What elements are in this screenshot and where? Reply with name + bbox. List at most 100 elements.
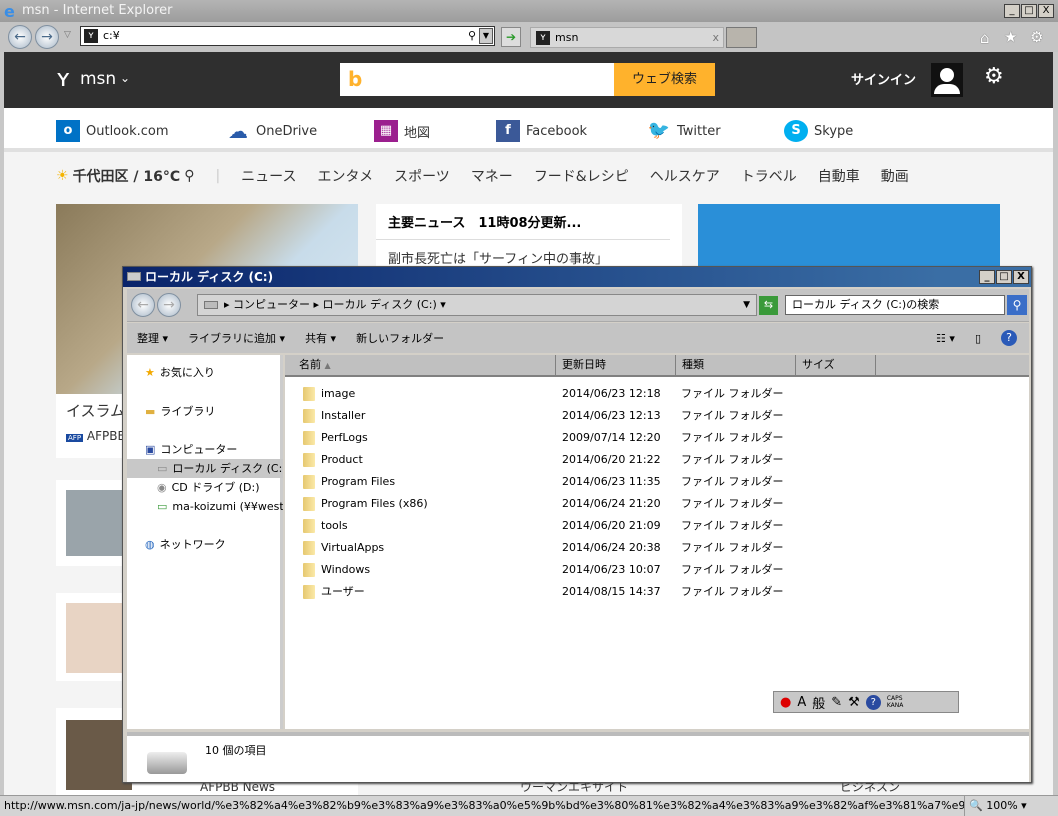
breadcrumb-item[interactable]: ローカル ディスク (C:) <box>323 298 437 311</box>
search-icon[interactable]: ⚲ <box>1007 295 1027 315</box>
tools-gear-icon[interactable]: ⚙ <box>1030 28 1043 46</box>
ime-tools-icon[interactable]: ⚒ <box>848 695 860 710</box>
avatar-icon[interactable] <box>931 63 963 97</box>
home-icon[interactable]: ⌂ <box>980 29 990 47</box>
facebook-icon: f <box>496 120 520 142</box>
link-twitter[interactable]: 🐦 Twitter <box>647 120 721 142</box>
file-row[interactable]: tools 2014/06/20 21:09 ファイル フォルダー <box>285 515 1029 537</box>
signin-link[interactable]: サインイン <box>851 69 916 88</box>
nav-favorites[interactable]: ★ お気に入り <box>127 363 283 382</box>
category-link[interactable]: ニュース <box>241 166 296 186</box>
address-bar[interactable]: ʏ c:¥ ⚲ ▼ <box>80 26 495 46</box>
category-link[interactable]: エンタメ <box>317 166 373 186</box>
file-row[interactable]: Product 2014/06/20 21:22 ファイル フォルダー <box>285 449 1029 471</box>
new-folder-button[interactable]: 新しいフォルダー <box>356 330 444 346</box>
video-card[interactable] <box>698 204 1000 274</box>
new-tab-button[interactable] <box>726 27 757 48</box>
category-link[interactable]: 自動車 <box>818 166 860 186</box>
minimize-button[interactable]: _ <box>1004 4 1020 18</box>
link-outlook[interactable]: o Outlook.com <box>56 120 169 142</box>
column-header-type[interactable]: 種類 <box>676 355 796 377</box>
preview-pane-icon[interactable]: ▯ <box>975 332 981 345</box>
file-row[interactable]: PerfLogs 2009/07/14 12:20 ファイル フォルダー <box>285 427 1029 449</box>
nav-network-drive[interactable]: ▭ ma-koizumi (¥¥west-te <box>127 497 283 516</box>
share-menu[interactable]: 共有 ▾ <box>305 330 336 346</box>
address-dropdown[interactable]: ▼ <box>479 28 493 44</box>
zoom-control[interactable]: 🔍 100% ▾ <box>964 796 1040 816</box>
category-link[interactable]: トラベル <box>741 166 797 186</box>
back-button[interactable]: ← <box>131 293 155 317</box>
help-icon[interactable]: ? <box>1001 330 1017 346</box>
help-icon[interactable]: ? <box>865 694 881 710</box>
forward-button[interactable]: → <box>157 293 181 317</box>
history-dropdown[interactable]: ▽ <box>64 30 71 40</box>
link-label: Outlook.com <box>86 123 169 139</box>
column-header-size[interactable]: サイズ <box>796 355 876 377</box>
file-row[interactable]: VirtualApps 2014/06/24 20:38 ファイル フォルダー <box>285 537 1029 559</box>
category-link[interactable]: フード&レシピ <box>534 166 629 186</box>
maps-icon: ▦ <box>374 120 398 142</box>
explorer-window: ローカル ディスク (C:) _ □ X ← → ▸ コンピューター ▸ ローカ… <box>122 266 1032 783</box>
weather-widget[interactable]: ☀ 千代田区 / 16°C ⚲ <box>56 166 194 186</box>
settings-gear-icon[interactable]: ⚙ <box>984 64 1004 89</box>
file-row[interactable]: Program Files (x86) 2014/06/24 21:20 ファイル … <box>285 493 1029 515</box>
column-header-name[interactable]: 名前 ▲ <box>285 355 556 377</box>
search-input[interactable]: ローカル ディスク (C:)の検索 <box>785 295 1005 315</box>
history-dropdown[interactable]: ▼ <box>743 295 750 315</box>
file-row[interactable]: Program Files 2014/06/23 11:35 ファイル フォルダー <box>285 471 1029 493</box>
file-type: ファイル フォルダー <box>681 387 784 400</box>
link-label: Twitter <box>677 123 721 139</box>
category-link[interactable]: マネー <box>471 166 513 186</box>
category-link[interactable]: 動画 <box>881 166 909 186</box>
nav-cd-drive[interactable]: ◉ CD ドライブ (D:) <box>127 478 283 497</box>
breadcrumb-item[interactable]: コンピューター <box>233 298 310 311</box>
input-mode[interactable]: A <box>797 695 806 710</box>
close-button[interactable]: X <box>1013 270 1029 284</box>
go-button[interactable]: ➔ <box>501 27 521 47</box>
organize-menu[interactable]: 整理 ▾ <box>137 330 168 346</box>
network-drive-icon: ▭ <box>157 500 168 513</box>
nav-local-disk[interactable]: ▭ ローカル ディスク (C:) <box>127 459 283 478</box>
link-facebook[interactable]: f Facebook <box>496 120 587 142</box>
cd-icon: ◉ <box>157 481 167 494</box>
link-maps[interactable]: ▦ 地図 <box>374 120 430 142</box>
category-link[interactable]: ヘルスケア <box>650 166 720 186</box>
minimize-button[interactable]: _ <box>979 270 995 284</box>
maximize-button[interactable]: □ <box>1021 4 1037 18</box>
forward-button[interactable]: → <box>35 25 59 49</box>
nav-network[interactable]: ◍ ネットワーク <box>127 535 283 554</box>
conversion-mode[interactable]: 般 <box>812 693 825 712</box>
link-onedrive[interactable]: ☁ OneDrive <box>226 120 317 142</box>
file-name: Program Files <box>321 475 396 488</box>
weather-text: 千代田区 / 16°C <box>72 169 181 185</box>
file-row[interactable]: ユーザー 2014/08/15 14:37 ファイル フォルダー <box>285 581 1029 603</box>
ime-icon[interactable]: ● <box>780 695 791 710</box>
column-header-date[interactable]: 更新日時 <box>556 355 676 377</box>
category-link[interactable]: スポーツ <box>394 166 450 186</box>
favorites-star-icon[interactable]: ★ <box>1004 28 1017 46</box>
back-button[interactable]: ← <box>8 25 32 49</box>
ime-pad-icon[interactable]: ✎ <box>831 695 842 710</box>
maximize-button[interactable]: □ <box>996 270 1012 284</box>
view-options-icon[interactable]: ☷ ▾ <box>936 332 955 345</box>
search-icon[interactable]: ⚲ <box>468 27 476 45</box>
add-to-library-menu[interactable]: ライブラリに追加 ▾ <box>188 330 285 346</box>
breadcrumb[interactable]: ▸ コンピューター ▸ ローカル ディスク (C:) ▾ ▼ <box>197 294 757 316</box>
tab-msn[interactable]: ʏ msn x <box>530 27 724 48</box>
close-button[interactable]: X <box>1038 4 1054 18</box>
close-tab-icon[interactable]: x <box>712 28 719 47</box>
msn-logo[interactable]: msn <box>80 69 116 89</box>
bing-search-input[interactable]: b <box>340 63 614 96</box>
file-row[interactable]: image 2014/06/23 12:18 ファイル フォルダー <box>285 383 1029 405</box>
link-skype[interactable]: S Skype <box>784 120 853 142</box>
chevron-down-icon[interactable]: ⌄ <box>120 71 130 85</box>
file-row[interactable]: Installer 2014/06/23 12:13 ファイル フォルダー <box>285 405 1029 427</box>
web-search-button[interactable]: ウェブ検索 <box>614 63 715 96</box>
file-name: Product <box>321 453 363 466</box>
refresh-icon[interactable]: ⇆ <box>759 296 778 315</box>
nav-computer[interactable]: ▣ コンピューター <box>127 440 283 459</box>
location-pin-icon: ⚲ <box>184 168 195 184</box>
folder-icon <box>303 453 315 467</box>
file-row[interactable]: Windows 2014/06/23 10:07 ファイル フォルダー <box>285 559 1029 581</box>
nav-libraries[interactable]: ▬ ライブラリ <box>127 402 283 421</box>
